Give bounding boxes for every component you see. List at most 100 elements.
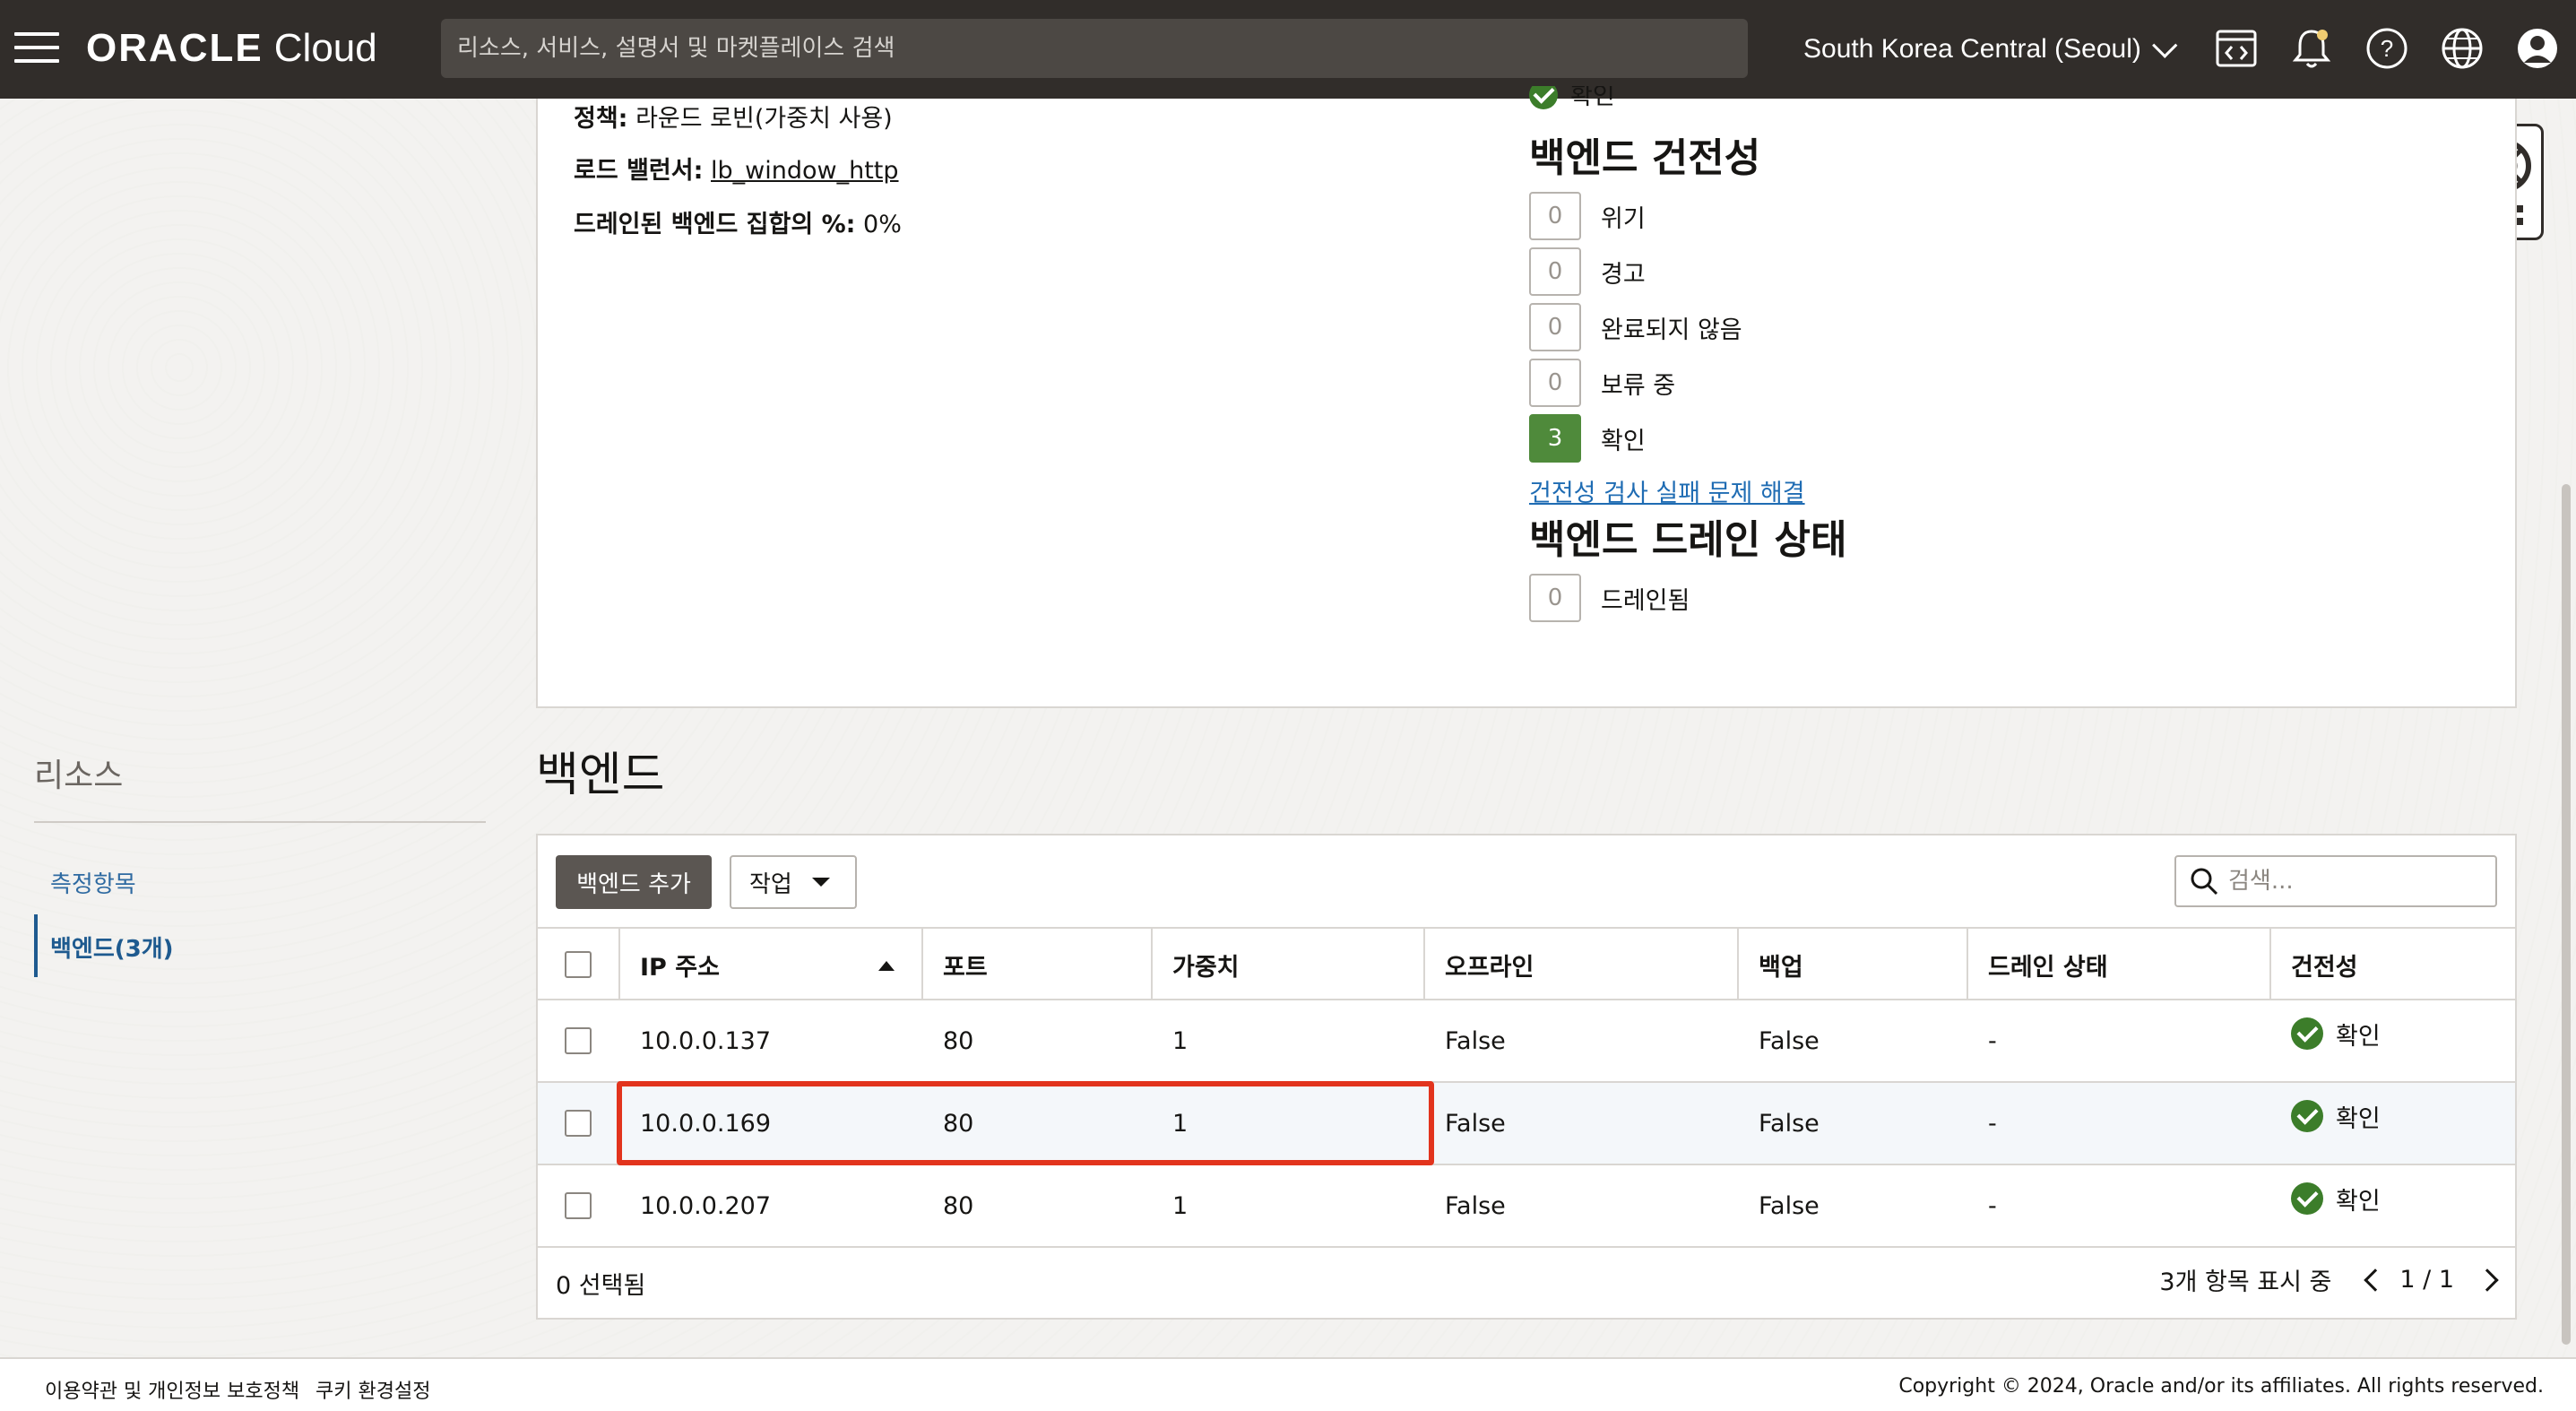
health-row-pending: 0 보류 중 (1529, 359, 1675, 407)
column-label: IP 주소 (640, 953, 720, 982)
global-search-input[interactable] (441, 19, 1748, 78)
count-badge: 0 (1529, 574, 1581, 622)
hamburger-menu-icon[interactable] (14, 32, 59, 66)
showing-count: 3개 항목 표시 중 (2159, 1268, 2332, 1296)
row-checkbox[interactable] (565, 1192, 592, 1219)
cell-port: 80 (943, 1191, 974, 1220)
drain-label: 드레인됨 (1601, 586, 1690, 615)
column-header-weight[interactable]: 가중치 (1153, 929, 1425, 1000)
region-selector[interactable]: South Korea Central (Seoul) (1803, 29, 2178, 70)
column-header-drain[interactable]: 드레인 상태 (1968, 929, 2271, 1000)
selected-count: 0 선택됨 (556, 1272, 646, 1300)
row-select-cell (538, 1165, 592, 1246)
column-label: 오프라인 (1445, 953, 1534, 982)
cell-backup: False (1759, 1191, 1820, 1220)
drain-row: 0 드레인됨 (1529, 574, 1690, 622)
select-all-cell (538, 929, 620, 1000)
column-label: 건전성 (2291, 953, 2358, 982)
sidebar-item-metrics[interactable]: 측정항목 (50, 866, 136, 899)
cell-offline: False (1445, 1109, 1506, 1138)
troubleshoot-row: 건전성 검사 실패 문제 해결 (1529, 473, 1805, 508)
actions-label: 작업 (749, 870, 792, 898)
cell-backup: False (1759, 1026, 1820, 1055)
backend-set-details-panel: 정책: 라운드 로빈(가중치 사용) 로드 밸런서: lb_window_htt… (536, 86, 2517, 708)
load-balancer-link[interactable]: lb_window_http (711, 157, 899, 185)
table-row[interactable]: 10.0.0.207 80 1 False False - 확인 (538, 1165, 2515, 1248)
table-search-box[interactable] (2174, 855, 2497, 907)
policy-value: 라운드 로빈(가중치 사용) (635, 105, 893, 133)
table-row[interactable]: 10.0.0.169 80 1 False False - 확인 (538, 1083, 2515, 1165)
column-header-health[interactable]: 건전성 (2271, 929, 2515, 1000)
column-label: 백업 (1759, 953, 1803, 982)
cell-health: 확인 (2271, 1076, 2381, 1156)
code-editor-icon[interactable] (2212, 24, 2260, 73)
cell-ip: 10.0.0.207 (640, 1191, 771, 1220)
cell-drain: - (1988, 1191, 1997, 1220)
column-header-port[interactable]: 포트 (923, 929, 1153, 1000)
user-avatar-icon[interactable] (2513, 24, 2562, 73)
cell-offline: False (1445, 1191, 1506, 1220)
row-select-cell (538, 1083, 592, 1164)
cell-ip: 10.0.0.137 (640, 1026, 771, 1055)
check-circle-icon (2291, 1017, 2323, 1050)
table-search-input[interactable] (2228, 868, 2479, 895)
cell-health: 확인 (2271, 993, 2381, 1074)
column-label: 가중치 (1172, 953, 1240, 982)
partial-status-label: 확인 (1570, 86, 1615, 110)
policy-label: 정책: (574, 105, 628, 133)
column-label: 드레인 상태 (1988, 953, 2108, 982)
select-all-checkbox[interactable] (565, 951, 592, 978)
column-header-backup[interactable]: 백업 (1739, 929, 1968, 1000)
health-label: 완료되지 않음 (1601, 316, 1742, 344)
cell-drain: - (1988, 1109, 1997, 1138)
cookie-preferences-link[interactable]: 쿠키 환경설정 (316, 1375, 430, 1404)
sort-ascending-icon (878, 961, 895, 971)
cell-weight: 1 (1172, 1026, 1189, 1055)
oracle-cloud-logo[interactable]: ORACLE Cloud (86, 23, 377, 74)
page-footer: 이용약관 및 개인정보 보호정책 쿠키 환경설정 Copyright © 202… (0, 1357, 2576, 1411)
terms-privacy-link[interactable]: 이용약관 및 개인정보 보호정책 (45, 1375, 299, 1404)
cell-port: 80 (943, 1109, 974, 1138)
health-status: 확인 (2336, 1022, 2381, 1051)
page-indicator: 1 / 1 (2399, 1266, 2454, 1294)
row-select-cell (538, 1000, 592, 1081)
column-header-ip[interactable]: IP 주소 (620, 929, 923, 1000)
health-status: 확인 (2336, 1187, 2381, 1216)
actions-dropdown-button[interactable]: 작업 (730, 855, 857, 909)
bell-icon[interactable] (2287, 24, 2336, 73)
backend-drain-title: 백엔드 드레인 상태 (1529, 517, 1847, 563)
search-icon (2191, 868, 2218, 896)
chevron-down-icon (2151, 32, 2178, 58)
globe-icon[interactable] (2438, 24, 2486, 73)
backend-health-title: 백엔드 건전성 (1529, 135, 1761, 181)
add-backend-button[interactable]: 백엔드 추가 (556, 855, 712, 909)
partial-status-row: 확인 (1529, 86, 1615, 113)
load-balancer-row: 로드 밸런서: lb_window_http (574, 151, 899, 186)
column-label: 포트 (943, 953, 988, 982)
sidebar-item-backends[interactable]: 백엔드(3개) (50, 931, 174, 964)
check-circle-icon (2291, 1182, 2323, 1215)
prev-page-icon[interactable] (2364, 1268, 2388, 1292)
count-badge: 0 (1529, 192, 1581, 240)
row-checkbox[interactable] (565, 1027, 592, 1054)
health-row-critical: 0 위기 (1529, 192, 1646, 240)
next-page-icon[interactable] (2476, 1268, 2499, 1292)
active-indicator (34, 914, 38, 977)
load-balancer-label: 로드 밸런서: (574, 157, 704, 185)
help-icon[interactable]: ? (2363, 24, 2411, 73)
drained-percent-label: 드레인된 백엔드 집합의 %: (574, 211, 856, 238)
pagination: 3개 항목 표시 중 1 / 1 (2159, 1262, 2499, 1297)
resources-divider (34, 821, 486, 823)
health-check-troubleshoot-link[interactable]: 건전성 검사 실패 문제 해결 (1529, 473, 1805, 508)
cell-ip: 10.0.0.169 (640, 1109, 771, 1138)
table-header: IP 주소 포트 가중치 오프라인 백업 드레인 상태 건전성 (538, 927, 2515, 1000)
page-scrollbar[interactable] (2562, 484, 2571, 1345)
health-row-incomplete: 0 완료되지 않음 (1529, 303, 1742, 351)
table-row[interactable]: 10.0.0.137 80 1 False False - 확인 (538, 1000, 2515, 1083)
column-header-offline[interactable]: 오프라인 (1425, 929, 1739, 1000)
health-label: 확인 (1601, 427, 1646, 455)
count-badge: 0 (1529, 303, 1581, 351)
health-row-ok: 3 확인 (1529, 414, 1646, 463)
backends-table-card: 백엔드 추가 작업 IP 주소 포트 가중치 오프라인 백업 드레인 상태 건전… (536, 834, 2517, 1320)
row-checkbox[interactable] (565, 1110, 592, 1137)
